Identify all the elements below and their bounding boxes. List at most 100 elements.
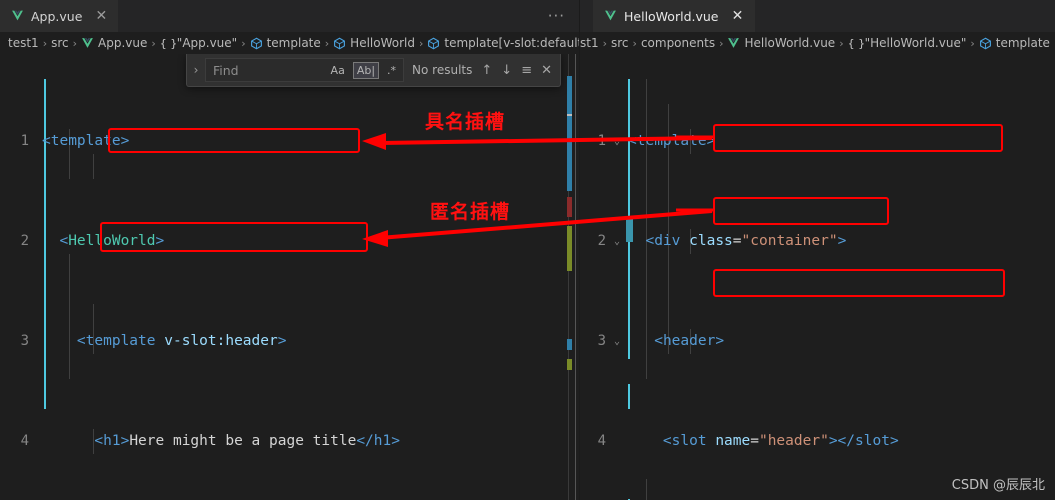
breadcrumb-separator: › [719, 36, 724, 50]
tab-helloworld-vue[interactable]: HelloWorld.vue ✕ [593, 0, 756, 32]
breadcrumb-separator: › [241, 36, 246, 50]
find-input-box[interactable]: Find Aa Ab| .* [205, 58, 405, 82]
symbol-icon [428, 37, 440, 49]
breadcrumb-item-template-default[interactable]: template[v-slot:default] [427, 36, 579, 50]
line-content: <header> [654, 333, 725, 349]
find-widget[interactable]: › Find Aa Ab| .* No results ↑ ↓ ≡ ✕ [186, 54, 561, 87]
line-number: 4 [597, 433, 606, 449]
braces-icon: { } [847, 36, 866, 50]
next-match-icon[interactable]: ↓ [501, 63, 512, 78]
breadcrumb-item-template[interactable]: template [979, 36, 1050, 50]
line-number: 3 [597, 333, 606, 349]
breadcrumb-item-helloworld-vue[interactable]: HelloWorld.vue [727, 36, 835, 50]
code-lines-left: 1 <template> 2 <HelloWorld> 3 <template … [0, 54, 579, 500]
line-number: 2 [20, 233, 29, 249]
tabbar-left-pad [580, 0, 593, 32]
breadcrumb-item-st1[interactable]: st1 [580, 36, 599, 50]
ruler-mark-selection [567, 339, 572, 350]
find-result-count: No results [412, 63, 473, 77]
breadcrumb-item-helloworld[interactable]: HelloWorld [333, 36, 415, 50]
breadcrumb-item-src[interactable]: src [611, 36, 629, 50]
vue-icon [82, 37, 93, 48]
close-icon[interactable]: ✕ [731, 9, 745, 23]
previous-match-icon[interactable]: ↑ [481, 63, 492, 78]
breadcrumb-left: test1 › src › App.vue › { } "App.vue" › [0, 32, 579, 54]
overview-ruler-left[interactable] [549, 54, 579, 500]
ruler-mark-modified [567, 359, 572, 370]
find-buttons: ↑ ↓ ≡ ✕ [481, 63, 560, 78]
tabbar-right: HelloWorld.vue ✕ [580, 0, 1055, 32]
editor-right[interactable]: 1 ⌄ <template> 2 ⌄ <div class="container… [580, 54, 1055, 500]
scrollbar-track[interactable] [575, 54, 576, 500]
tabbar-actions: ··· [544, 0, 579, 32]
breadcrumb-separator: › [418, 36, 424, 50]
fold-chevron-icon[interactable]: ⌄ [610, 229, 624, 254]
code-line: 3 <template v-slot:header> [0, 329, 579, 354]
line-number: 1 [20, 133, 29, 149]
fold-chevron-icon[interactable]: ⌄ [610, 329, 624, 354]
tab-label: App.vue [31, 8, 83, 24]
breadcrumb-separator: › [632, 36, 637, 50]
regex-icon[interactable]: .* [384, 63, 399, 78]
whole-word-icon[interactable]: Ab| [352, 61, 380, 79]
line-content: <template> [628, 133, 716, 149]
symbol-icon [250, 37, 262, 49]
vscode-window: App.vue ✕ ··· test1 › src › App.vue › {… [0, 0, 1055, 500]
line-number: 2 [597, 233, 606, 249]
fold-chevron-icon[interactable]: ⌄ [610, 129, 624, 154]
code-lines-right: 1 ⌄ <template> 2 ⌄ <div class="container… [580, 54, 1055, 500]
tabbar-empty-space [755, 0, 1055, 32]
line-content: <HelloWorld> [59, 233, 165, 249]
ruler-mark-modified [567, 226, 572, 271]
line-content: <slot name="header"></slot> [662, 433, 899, 449]
close-find-icon[interactable]: ✕ [541, 63, 552, 78]
ruler-mark-cursor [567, 114, 572, 116]
breadcrumb-item-components[interactable]: components [641, 36, 715, 50]
symbol-icon [979, 37, 991, 49]
line-number: 3 [20, 333, 29, 349]
more-actions-icon[interactable]: ··· [544, 8, 569, 24]
breadcrumb-item-helloworld-vue-module[interactable]: { } "HelloWorld.vue" [848, 36, 967, 50]
breadcrumb-item-template[interactable]: template [250, 36, 321, 50]
code-line: 4 <slot name="header"></slot> [580, 429, 1055, 454]
tab-app-vue[interactable]: App.vue ✕ [0, 0, 120, 32]
search-input[interactable]: Find [213, 63, 328, 78]
vue-icon [605, 10, 616, 21]
code-line: 3 ⌄ <header> [580, 329, 1055, 354]
code-line: 4 <h1>Here might be a page title</h1> [0, 429, 579, 454]
code-line: 1 ⌄ <template> [580, 129, 1055, 154]
find-options: Aa Ab| .* [328, 61, 399, 79]
vue-icon [728, 37, 740, 48]
breadcrumb-right: st1 › src › components › HelloWorld.vue … [580, 32, 1055, 54]
fold-chevron-icon[interactable] [610, 429, 624, 454]
vue-icon [12, 10, 23, 21]
breadcrumb-item-app-vue[interactable]: App.vue [81, 36, 147, 50]
breadcrumb-separator: › [72, 36, 78, 50]
breadcrumb-item-test1[interactable]: test1 [8, 36, 39, 50]
braces-icon: { } [159, 36, 178, 50]
breadcrumb-separator: › [151, 36, 156, 50]
editor-left[interactable]: 1 <template> 2 <HelloWorld> 3 <template … [0, 54, 579, 500]
toggle-replace-icon[interactable]: › [187, 63, 205, 77]
match-case-icon[interactable]: Aa [328, 63, 348, 78]
line-number: 4 [20, 433, 29, 449]
breadcrumb-separator: › [839, 36, 844, 50]
line-content: <template v-slot:header> [76, 333, 287, 349]
line-content: <div class="container"> [645, 233, 847, 249]
breadcrumb-item-src[interactable]: src [51, 36, 69, 50]
symbol-icon [334, 37, 346, 49]
editor-group-left: App.vue ✕ ··· test1 › src › App.vue › {… [0, 0, 580, 500]
breadcrumb-separator: › [42, 36, 48, 50]
line-content: <template> [42, 133, 130, 149]
editor-group-right: HelloWorld.vue ✕ st1 › src › components … [580, 0, 1055, 500]
tabbar-empty-space [119, 0, 544, 32]
line-number: 1 [597, 133, 606, 149]
code-line: 1 <template> [0, 129, 579, 154]
breadcrumb-separator: › [970, 36, 975, 50]
find-in-selection-icon[interactable]: ≡ [521, 63, 532, 78]
tabbar-left: App.vue ✕ ··· [0, 0, 579, 32]
line-content: <h1>Here might be a page title</h1> [94, 433, 400, 449]
close-icon[interactable]: ✕ [94, 9, 108, 23]
breadcrumb-item-app-vue-module[interactable]: { } "App.vue" [160, 36, 237, 50]
tab-label: HelloWorld.vue [624, 8, 719, 24]
